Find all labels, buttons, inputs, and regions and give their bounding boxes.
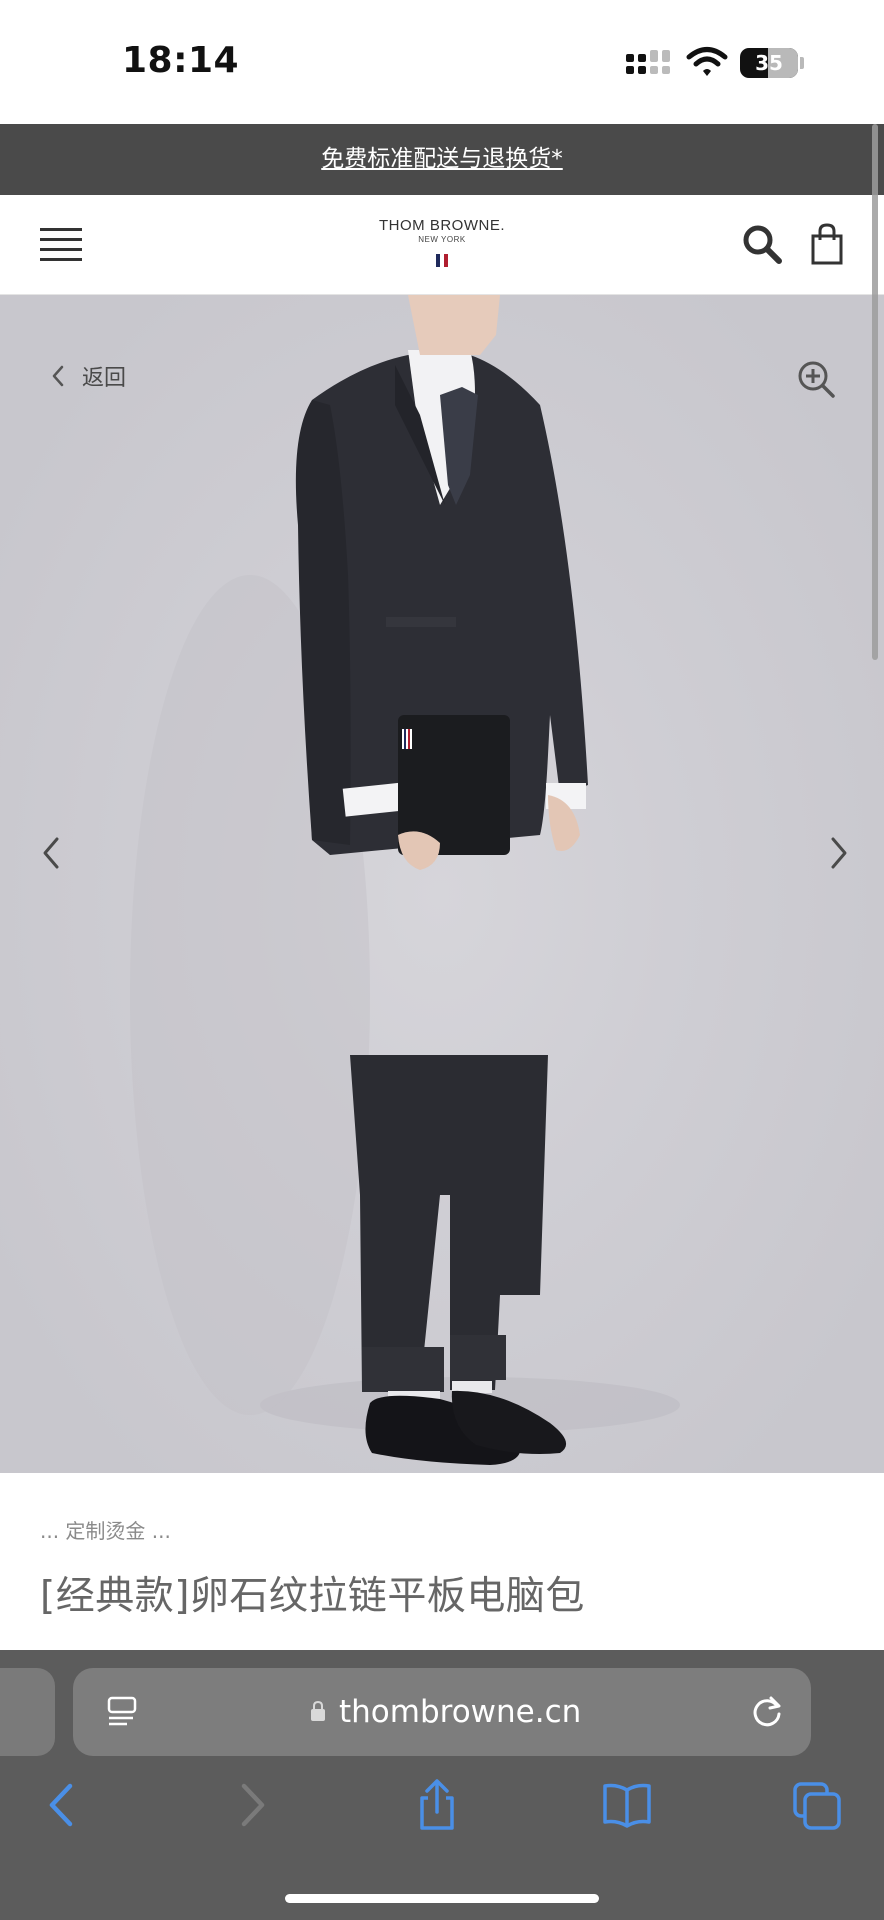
back-label: 返回 [82,366,127,391]
product-image-gallery[interactable]: 返回 [0,295,884,1473]
wifi-icon [686,47,728,76]
reload-icon[interactable] [749,1694,785,1730]
previous-tab-preview[interactable] [0,1668,55,1756]
flag-icon [436,254,448,267]
product-info: ... 定制烫金 ... [经典款]卵石纹拉链平板电脑包 [0,1473,884,1650]
tabs-icon[interactable] [792,1778,842,1832]
product-tagline: ... 定制烫金 ... [40,1519,171,1543]
page-scrollbar[interactable] [872,124,878,660]
previous-image-arrow-icon[interactable] [40,835,62,871]
back-icon[interactable] [38,1778,88,1832]
logo-main-text: THOM BROWNE. [379,217,505,234]
cellular-signal-icon [626,50,670,74]
battery-icon: 35 [740,48,798,78]
hamburger-menu-icon[interactable] [40,228,82,262]
home-indicator[interactable] [285,1894,599,1903]
promo-banner[interactable]: 免费标准配送与退换货* [0,124,884,195]
battery-level: 35 [755,51,783,75]
product-title: [经典款]卵石纹拉链平板电脑包 [40,1574,585,1619]
address-bar[interactable]: thombrowne.cn [73,1668,811,1756]
url-text[interactable]: thombrowne.cn [339,1668,581,1756]
next-image-arrow-icon[interactable] [828,835,850,871]
bookmarks-icon[interactable] [602,1778,652,1832]
reader-mode-icon[interactable] [107,1696,137,1730]
brand-logo[interactable]: THOM BROWNE. NEW YORK [342,217,542,277]
back-link[interactable]: 返回 [48,361,126,391]
logo-sub-text: NEW YORK [418,235,466,244]
share-icon[interactable] [412,1778,462,1832]
battery-nub [800,57,804,69]
product-photo [130,295,680,1465]
shopping-bag-icon[interactable] [810,222,844,266]
search-icon[interactable] [742,224,782,264]
browser-toolbar: thombrowne.cn [0,1650,884,1920]
status-bar: 18:14 35 [0,0,884,124]
mobile-browser-page: 18:14 35 免费标准配送与退换货* THOM BROWNE. NEW YO… [0,0,884,1920]
back-chevron-icon [52,365,64,387]
status-time: 18:14 [122,40,240,81]
forward-icon[interactable] [226,1778,276,1832]
promo-link[interactable]: 免费标准配送与退换货* [0,124,884,195]
lock-icon [311,1700,325,1721]
zoom-in-icon[interactable] [796,359,836,399]
